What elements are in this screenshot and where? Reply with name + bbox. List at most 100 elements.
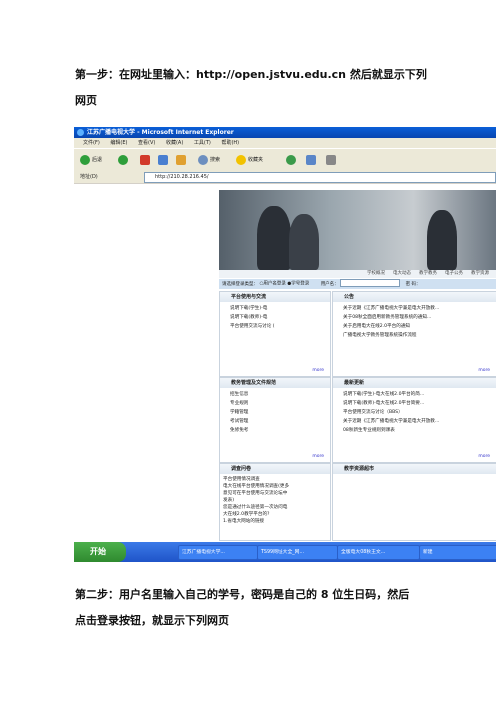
- list-item[interactable]: 说明下载(教师)-电大在线2.0平台简要...: [343, 399, 496, 408]
- list-item[interactable]: 说明下载(学生)-电大在线2.0平台的简...: [343, 390, 496, 399]
- menu-file[interactable]: 文件(F): [83, 140, 100, 146]
- refresh-button[interactable]: [158, 154, 170, 166]
- stop-button[interactable]: [140, 154, 152, 166]
- stop-icon: [140, 154, 150, 165]
- panel-notice-title: 公告: [333, 292, 496, 302]
- menu-view[interactable]: 查看(V): [138, 140, 155, 146]
- username-label: 用户名：: [320, 281, 339, 287]
- search-button[interactable]: 搜索: [198, 154, 220, 166]
- task-button[interactable]: 江苏广播电视大学...: [178, 545, 258, 560]
- more-link[interactable]: more: [312, 368, 324, 373]
- nav-news[interactable]: 电大动态: [393, 271, 411, 276]
- list-item[interactable]: 平台使用交流与讨论 (: [230, 322, 330, 331]
- survey-option[interactable]: 1.省电大网站的链接: [223, 518, 330, 525]
- list-item[interactable]: 广播电视大学教务管理系统操作流程: [343, 331, 496, 340]
- nav-about[interactable]: 学校概况: [367, 271, 385, 276]
- survey-line: 您是通过什么途径第一次访问电: [223, 505, 288, 510]
- panel-notice: 公告 关于近期《江苏广播电视大学兼是电大开放教... 关于08秋全面启用新教务管…: [332, 291, 496, 377]
- task-button[interactable]: 新建: [419, 545, 496, 560]
- menu-bar: 文件(F) 编辑(E) 查看(V) 收藏(A) 工具(T) 帮助(H): [74, 138, 496, 148]
- list-item[interactable]: 学籍管理: [230, 408, 330, 417]
- menu-edit[interactable]: 编辑(E): [110, 140, 127, 146]
- nav-office[interactable]: 电子公务: [445, 271, 463, 276]
- forward-button[interactable]: [118, 154, 130, 166]
- list-item[interactable]: 关于近期《江苏广播电视大学兼是电大开放教...: [343, 417, 496, 426]
- history-icon: [286, 154, 296, 165]
- panel-updates: 最新更新 说明下载(学生)-电大在线2.0平台的简... 说明下载(教师)-电大…: [332, 377, 496, 463]
- panel-resources-title: 教学资源超市: [333, 464, 496, 474]
- home-button[interactable]: [176, 154, 188, 166]
- nav-resources[interactable]: 教学资源: [471, 271, 489, 276]
- list-item[interactable]: 专业规则: [230, 399, 330, 408]
- search-icon: [198, 154, 208, 165]
- list-item[interactable]: 关于近期《江苏广播电视大学兼是电大开放教...: [343, 304, 496, 313]
- back-arrow-icon: [80, 154, 90, 165]
- task-button[interactable]: TS99网址大全_网...: [257, 545, 338, 560]
- step1-line2: 网页: [75, 94, 97, 107]
- window-title: 江苏广播电视大学 - Microsoft Internet Explorer: [87, 129, 234, 136]
- step2-line1: 第二步：用户名里输入自己的学号，密码是自己的 8 位生日码，然后: [75, 588, 410, 601]
- banner-photo: [219, 190, 496, 270]
- panel-platform-title: 平台使用与交流: [220, 292, 330, 302]
- favorites-button[interactable]: 收藏夹: [236, 154, 263, 166]
- refresh-icon: [158, 154, 168, 165]
- more-link[interactable]: more: [478, 454, 490, 459]
- address-label: 地址(D): [80, 174, 98, 180]
- top-nav: 学校概况 电大动态 教学教务 电子公务 教学资源: [219, 270, 496, 278]
- menu-tools[interactable]: 工具(T): [194, 140, 211, 146]
- survey-line: 电大在线平台使用情况调查(更多: [223, 484, 290, 489]
- mail-button[interactable]: [306, 154, 318, 166]
- panel-services-title: 教务管理及文件规范: [220, 378, 330, 388]
- step1-instruction: 第一步：在网址里输入：http://open.jstvu.edu.cn 然后就显…: [75, 62, 435, 114]
- panel-updates-title: 最新更新: [333, 378, 496, 388]
- login-bar: 请选择登录类型： ○用户名登录 ●学号登录 用户名： 密 码：: [219, 279, 496, 289]
- password-label: 密 码：: [405, 281, 421, 287]
- menu-help[interactable]: 帮助(H): [221, 140, 239, 146]
- web-page: 学校概况 电大动态 教学教务 电子公务 教学资源 请选择登录类型： ○用户名登录 ●学号…: [74, 184, 496, 542]
- back-button[interactable]: 后退: [80, 154, 102, 166]
- survey-line: 大在线2.0教学平台的?: [223, 512, 270, 517]
- list-item[interactable]: 关于08秋全面启用新教务管理系统的通知...: [343, 313, 496, 322]
- panel-survey-title: 调查问卷: [220, 464, 330, 474]
- survey-line: 发表): [223, 498, 234, 503]
- list-item[interactable]: 免修免考: [230, 426, 330, 435]
- browser-screenshot: 江苏广播电视大学 - Microsoft Internet Explorer 文…: [74, 127, 496, 562]
- survey-line: 平台使用情况调查: [223, 477, 260, 482]
- step2-instruction: 第二步：用户名里输入自己的学号，密码是自己的 8 位生日码，然后 点击登录按钮，…: [75, 582, 435, 634]
- list-item[interactable]: 说明下载(教师)-电: [230, 313, 330, 322]
- list-item[interactable]: 考试管理: [230, 417, 330, 426]
- print-icon: [326, 154, 336, 165]
- forward-arrow-icon: [118, 154, 128, 165]
- login-prompt: 请选择登录类型：: [222, 281, 258, 287]
- list-item[interactable]: 08秋新生专业规则到课表: [343, 426, 496, 435]
- task-button[interactable]: 全版电大08秋王文...: [337, 545, 420, 560]
- menu-favorites[interactable]: 收藏(A): [166, 140, 183, 146]
- window-titlebar: 江苏广播电视大学 - Microsoft Internet Explorer: [74, 127, 496, 138]
- list-item[interactable]: 说明下载(学生)-电: [230, 304, 330, 313]
- mail-icon: [306, 154, 316, 165]
- taskbar: 开始 江苏广播电视大学... TS99网址大全_网... 全版电大08秋王文..…: [74, 542, 496, 562]
- panel-services: 教务管理及文件规范 招生信息 专业规则 学籍管理 考试管理 免修免考 more: [219, 377, 331, 463]
- home-icon: [176, 154, 186, 165]
- panel-resources: 教学资源超市: [332, 463, 496, 541]
- list-item[interactable]: 平台使用交流与讨论（BBS）: [343, 408, 496, 417]
- survey-line: 意见可在平台使用与交流论坛中: [223, 491, 288, 496]
- step1-line1: 第一步：在网址里输入：http://open.jstvu.edu.cn 然后就显…: [75, 68, 427, 81]
- list-item[interactable]: 招生信息: [230, 390, 330, 399]
- print-button[interactable]: [326, 154, 338, 166]
- toolbar: 后退 搜索 收藏夹: [74, 148, 496, 172]
- more-link[interactable]: more: [312, 454, 324, 459]
- ie-logo-icon: [77, 129, 84, 136]
- more-link[interactable]: more: [478, 368, 490, 373]
- history-button[interactable]: [286, 154, 298, 166]
- nav-academic[interactable]: 教学教务: [419, 271, 437, 276]
- panel-platform: 平台使用与交流 说明下载(学生)-电 说明下载(教师)-电 平台使用交流与讨论 …: [219, 291, 331, 377]
- step2-line2: 点击登录按钮，就显示下列网页: [75, 614, 229, 627]
- start-button[interactable]: 开始: [74, 542, 126, 562]
- address-input[interactable]: http://210.28.216.45/: [144, 172, 496, 183]
- star-icon: [236, 154, 246, 165]
- panel-survey: 调查问卷 平台使用情况调查 电大在线平台使用情况调查(更多 意见可在平台使用与交…: [219, 463, 331, 541]
- address-bar: 地址(D) http://210.28.216.45/: [74, 171, 496, 183]
- username-field[interactable]: [340, 279, 401, 287]
- list-item[interactable]: 关于启用电大在线2.0平台的通知: [343, 322, 496, 331]
